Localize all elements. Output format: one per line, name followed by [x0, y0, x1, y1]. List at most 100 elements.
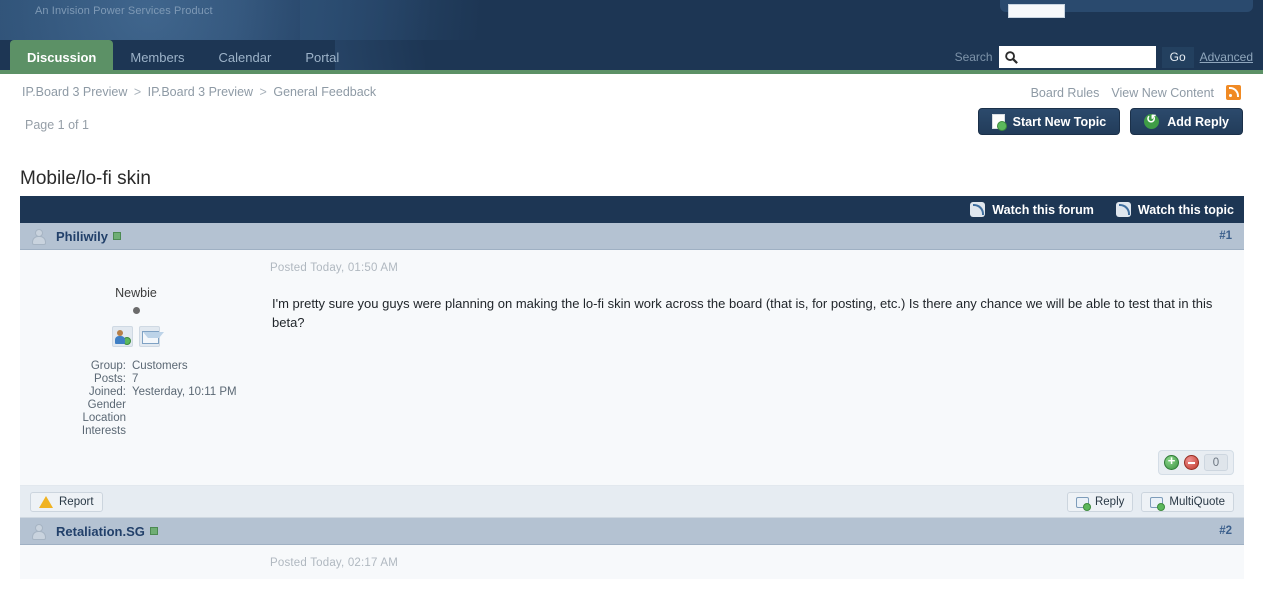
board-rules-link[interactable]: Board Rules: [1031, 86, 1100, 100]
header-utility-links: Board Rules View New Content: [1031, 85, 1241, 100]
field-value-joined: Yesterday, 10:11 PM: [132, 386, 237, 398]
post-content-column: Posted Today, 02:17 AM: [252, 545, 1244, 569]
watch-topic-label: Watch this topic: [1137, 202, 1234, 217]
search-input[interactable]: [999, 47, 1155, 67]
field-label-interests: Interests: [81, 425, 126, 437]
nav-tab-label: Portal: [305, 49, 340, 65]
rank-pip-icon: [132, 307, 140, 314]
breadcrumb-separator: >: [133, 85, 142, 99]
post-content-column: Posted Today, 01:50 AM I'm pretty sure y…: [252, 250, 1244, 332]
post-body: Posted Today, 02:17 AM: [20, 545, 1244, 579]
rss-icon[interactable]: [1226, 85, 1241, 100]
add-reply-label: Add Reply: [1167, 114, 1229, 129]
header-background-accent: [300, 0, 480, 40]
watch-bar: Watch this forum Watch this topic: [20, 196, 1244, 223]
post-text: I'm pretty sure you guys were planning o…: [272, 296, 1213, 330]
reply-button[interactable]: Reply: [1066, 492, 1134, 512]
topic-container: Watch this forum Watch this topic Philiw…: [20, 196, 1244, 579]
nav-tab-portal[interactable]: Portal: [288, 40, 356, 70]
post-author-column: Newbie Group: Customers Posts: 7 Joined:…: [20, 250, 252, 438]
user-avatar-icon: [30, 523, 46, 540]
breadcrumb-item-1[interactable]: IP.Board 3 Preview: [148, 85, 253, 99]
rate-up-icon[interactable]: [1164, 453, 1179, 470]
page-title: Mobile/lo-fi skin: [20, 168, 151, 189]
add-friend-icon[interactable]: [112, 326, 133, 347]
field-label-posts: Posts:: [94, 373, 126, 385]
view-new-content-link[interactable]: View New Content: [1111, 86, 1214, 100]
field-value-gender: [132, 399, 252, 412]
post-footer: Report Reply MultiQuote: [20, 486, 1244, 518]
search-icon: [1004, 51, 1018, 64]
nav-tab-label: Discussion: [27, 49, 97, 65]
main-navigation-bar: Discussion Members Calendar Portal Searc…: [0, 40, 1263, 74]
post-timestamp: Posted Today, 02:17 AM: [270, 557, 399, 569]
nav-tab-label: Members: [130, 49, 185, 65]
add-reply-button[interactable]: Add Reply: [1130, 108, 1243, 135]
external-link-icon[interactable]: [113, 232, 122, 240]
nav-tab-label: Calendar: [218, 49, 272, 65]
multiquote-bubble-icon: [1150, 496, 1166, 511]
breadcrumb-item-0[interactable]: IP.Board 3 Preview: [22, 85, 127, 99]
field-value-interests: [132, 425, 252, 438]
header-user-panel: [1000, 0, 1253, 18]
breadcrumb: IP.Board 3 Preview > IP.Board 3 Preview …: [22, 85, 376, 99]
external-link-icon[interactable]: [149, 527, 158, 535]
watch-topic-icon: [1115, 202, 1131, 217]
post-header: Retaliation.SG #2: [20, 518, 1244, 545]
post-number[interactable]: #1: [1219, 230, 1232, 242]
nav-tab-calendar[interactable]: Calendar: [202, 40, 289, 70]
breadcrumb-row: IP.Board 3 Preview > IP.Board 3 Preview …: [0, 74, 1263, 110]
author-rank: Newbie: [115, 286, 157, 300]
site-tagline: An Invision Power Services Product: [35, 5, 213, 17]
site-header: An Invision Power Services Product: [0, 0, 1263, 40]
nav-tab-members[interactable]: Members: [113, 40, 201, 70]
post-author-link[interactable]: Philiwily: [56, 229, 108, 244]
search-box[interactable]: [998, 46, 1156, 68]
search-go-button[interactable]: Go: [1161, 46, 1194, 68]
watch-forum-label: Watch this forum: [992, 202, 1094, 217]
post-footer-actions: Reply MultiQuote: [1066, 492, 1234, 512]
field-value-posts: 7: [132, 373, 139, 385]
header-login-field[interactable]: [1008, 4, 1065, 18]
field-label-location: Location: [82, 412, 126, 424]
search-area: Search Go Advanced: [954, 40, 1253, 70]
post-header: Philiwily #1: [20, 223, 1244, 250]
breadcrumb-separator: >: [259, 85, 267, 99]
start-new-topic-button[interactable]: Start New Topic: [977, 108, 1121, 135]
warning-icon: [39, 496, 53, 508]
start-new-topic-label: Start New Topic: [1012, 114, 1107, 129]
field-label-gender: Gender: [87, 399, 126, 411]
multiquote-label: MultiQuote: [1169, 496, 1225, 508]
post-number[interactable]: #2: [1219, 525, 1232, 537]
breadcrumb-item-2[interactable]: General Feedback: [273, 85, 376, 99]
search-label: Search: [954, 50, 993, 64]
post-author-link[interactable]: Retaliation.SG: [56, 524, 145, 539]
topic-action-buttons: Start New Topic Add Reply: [977, 108, 1243, 135]
page-action-row: Page 1 of 1 Start New Topic Add Reply: [0, 108, 1263, 144]
reply-arrow-icon: [1144, 112, 1160, 129]
post-timestamp: Posted Today, 01:50 AM: [270, 262, 399, 274]
post-rating-widget: 0: [1158, 450, 1234, 475]
field-label-joined: Joined:: [88, 386, 126, 398]
nav-tabs: Discussion Members Calendar Portal: [10, 40, 356, 70]
report-label: Report: [59, 496, 94, 508]
send-message-icon[interactable]: [139, 326, 164, 347]
rating-count: 0: [1204, 454, 1228, 471]
watch-this-forum-button[interactable]: Watch this forum: [970, 202, 1094, 217]
advanced-search-link[interactable]: Advanced: [1200, 50, 1253, 64]
nav-tab-discussion[interactable]: Discussion: [10, 40, 114, 70]
post-body: Newbie Group: Customers Posts: 7 Joined:…: [20, 250, 1244, 486]
reply-label: Reply: [1094, 496, 1125, 508]
field-value-group: Customers: [132, 360, 188, 372]
report-button[interactable]: Report: [30, 492, 103, 512]
author-detail-fields: Group: Customers Posts: 7 Joined: Yester…: [20, 360, 252, 438]
reply-bubble-icon: [1075, 496, 1091, 511]
multiquote-button[interactable]: MultiQuote: [1141, 492, 1234, 512]
page-indicator: Page 1 of 1: [25, 118, 89, 132]
user-avatar-icon: [30, 228, 46, 245]
author-action-icons: [20, 326, 252, 347]
new-topic-icon: [991, 114, 1007, 131]
field-label-group: Group:: [90, 360, 126, 372]
watch-this-topic-button[interactable]: Watch this topic: [1115, 202, 1234, 217]
rate-down-icon[interactable]: [1184, 455, 1199, 470]
